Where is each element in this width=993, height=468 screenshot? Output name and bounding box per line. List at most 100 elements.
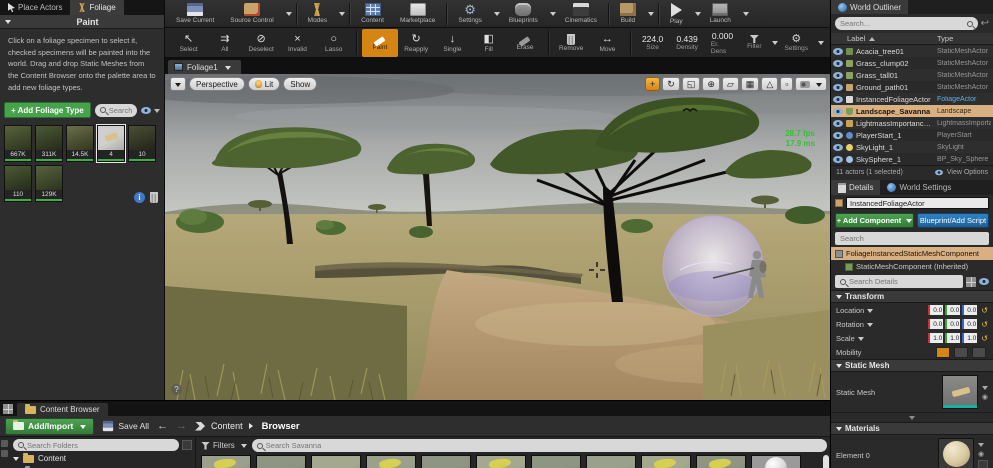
visibility-eye-icon[interactable] [833,132,843,139]
foliage-tile[interactable]: 311K [35,125,63,162]
outliner-row[interactable]: InstancedFoliageActorFoliageActor [831,93,993,105]
viewport-info-icon[interactable]: ? [171,384,182,395]
outliner-row[interactable]: Grass_tall01StaticMeshActor [831,69,993,81]
chevron-down-icon[interactable] [743,12,749,19]
browse-asset-icon[interactable]: ◉ [982,393,988,401]
chevron-down-icon[interactable] [339,12,345,19]
asset-thumbnail[interactable] [201,455,251,468]
build-button[interactable]: Build [613,1,643,27]
rotation-y-field[interactable]: 0.0 [945,319,960,329]
chevron-down-icon[interactable] [286,12,292,19]
asset-thumbnail[interactable] [696,455,746,468]
asset-search-box[interactable] [252,439,827,452]
tool-deselect[interactable]: ⊘Deselect [244,29,279,57]
play-button[interactable]: Play [663,1,690,27]
visibility-eye-icon[interactable] [833,48,843,55]
folder-search-input[interactable] [27,441,174,450]
chevron-down-icon[interactable] [978,443,984,450]
tab-foliage[interactable]: Foliage [70,0,123,15]
add-foliage-type-button[interactable]: + Add Foliage Type [4,102,91,118]
tab-details[interactable]: Details [831,180,880,195]
erase-density-field[interactable]: 0.000Er. Dens [705,29,740,57]
brush-size-field[interactable]: 224.0Size [636,29,669,57]
foliage-view-options-button[interactable] [141,107,160,114]
scale-x-field[interactable]: 1.0 [928,333,943,343]
camera-speed-button[interactable] [795,77,827,91]
chevron-down-icon[interactable] [648,12,654,19]
outliner-row[interactable]: Ground_path01StaticMeshActor [831,81,993,93]
asset-thumbnail[interactable] [641,455,691,468]
filter-dropdown[interactable]: Filter [741,29,767,57]
breadcrumb-current[interactable]: Browser [262,421,300,432]
tab-place-actors[interactable]: Place Actors [0,0,70,15]
foliage-tile[interactable]: 14.5K [66,125,94,162]
save-current-button[interactable]: Save Current [169,1,221,27]
launch-button[interactable]: Launch [703,1,738,27]
location-z-field[interactable]: 0.0 [962,305,977,315]
lit-mode-button[interactable]: Lit [248,77,280,91]
outliner-row[interactable]: Grass_clump02StaticMeshActor [831,57,993,69]
outliner-row[interactable]: Acacia_tree01StaticMeshActor [831,45,993,57]
asset-thumbnail-material[interactable] [751,455,801,468]
marketplace-button[interactable]: Marketplace [393,1,442,27]
outliner-row-selected[interactable]: Landscape_SavannaLandscape [831,105,993,117]
chevron-down-icon[interactable] [494,12,500,19]
collapse-chevron-icon[interactable] [5,20,11,27]
mobility-static-button[interactable] [936,347,950,358]
materials-section-header[interactable]: Materials [831,422,993,435]
material-thumbnail[interactable] [938,438,974,468]
asset-scrollbar[interactable] [823,455,829,468]
content-button[interactable]: Content [354,1,391,27]
collections-icon[interactable] [1,450,8,457]
coordinate-system-button[interactable]: ⊕ [702,77,720,91]
eye-icon[interactable] [979,278,989,285]
viewport-options-button[interactable] [170,77,186,91]
folder-row-content[interactable]: Content [13,453,192,464]
tool-lasso[interactable]: ○Lasso [316,29,351,57]
foliage-search-box[interactable] [95,104,137,117]
visibility-eye-icon[interactable] [833,108,843,115]
settings-button[interactable]: ⚙Settings [451,1,489,27]
static-mesh-section-header[interactable]: Static Mesh [831,359,993,372]
add-import-button[interactable]: Add/Import [5,418,94,435]
scale-y-field[interactable]: 1.0 [945,333,960,343]
location-x-field[interactable]: 0.0 [928,305,943,315]
component-search-input[interactable] [840,234,984,243]
scale-z-field[interactable]: 1.0 [962,333,977,343]
add-component-button[interactable]: + Add Component [835,213,914,228]
asset-thumbnail[interactable] [256,455,306,468]
modes-button[interactable]: Modes [301,1,335,27]
grid-snap-button[interactable]: ▦ [741,77,760,91]
filters-button[interactable]: Filters [201,441,247,450]
tool-erase[interactable]: Erase [507,29,542,57]
tool-invalid[interactable]: ×Invalid [280,29,315,57]
asset-thumbnail[interactable] [366,455,416,468]
tool-select[interactable]: ↖Select [171,29,206,57]
component-search-box[interactable] [835,232,989,245]
foliage-tile[interactable]: 10 [128,125,156,162]
outliner-column-header[interactable]: Label Type [831,33,993,45]
chevron-down-icon[interactable] [550,12,556,19]
translate-tool-button[interactable]: + [645,77,660,91]
visibility-eye-icon[interactable] [833,60,843,67]
foliage-tile[interactable]: 129K [35,165,63,202]
chevron-down-icon[interactable] [695,12,701,19]
info-icon[interactable]: i [134,192,145,203]
material-slot-icon[interactable] [978,460,988,468]
visibility-eye-icon[interactable] [833,144,843,151]
blueprints-button[interactable]: Blueprints [502,1,545,27]
outliner-search-box[interactable] [835,17,978,30]
reset-to-default-icon[interactable]: ↺ [981,320,988,329]
asset-thumbnail[interactable] [531,455,581,468]
asset-search-input[interactable] [266,441,822,450]
back-arrow-button[interactable]: ← [157,420,168,432]
mobility-stationary-button[interactable] [954,347,968,358]
folder-search-box[interactable] [13,439,179,451]
location-y-field[interactable]: 0.0 [945,305,960,315]
component-row-child[interactable]: StaticMeshComponent (Inherited) [831,260,993,273]
settings-dropdown[interactable]: ⚙Settings [779,29,815,57]
browse-asset-icon[interactable]: ◉ [978,450,988,458]
actor-name-input[interactable] [846,197,989,209]
tool-move[interactable]: ↔Move [590,29,625,57]
foliage-tile[interactable]: 110 [4,165,32,202]
